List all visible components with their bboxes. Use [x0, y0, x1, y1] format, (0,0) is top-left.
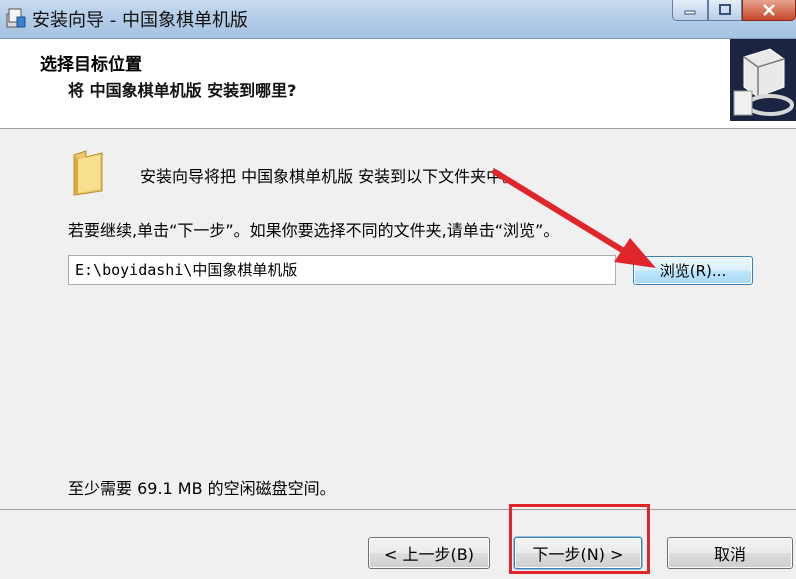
computer-install-icon: [730, 39, 796, 121]
wizard-footer: < 上一步(B) 下一步(N) > 取消: [0, 509, 796, 579]
close-icon: [763, 4, 775, 16]
minimize-button[interactable]: [672, 0, 708, 21]
cancel-button[interactable]: 取消: [667, 537, 793, 569]
page-subtitle: 将 中国象棋单机版 安装到哪里?: [68, 81, 297, 100]
installer-icon[interactable]: [4, 6, 28, 30]
title-bar: 安装向导 - 中国象棋单机版: [0, 0, 796, 39]
close-button[interactable]: [742, 0, 796, 21]
maximize-button[interactable]: [708, 0, 742, 21]
disk-space-text: 至少需要 69.1 MB 的空闲磁盘空间。: [68, 479, 336, 498]
wizard-header: 选择目标位置 将 中国象棋单机版 安装到哪里?: [0, 39, 796, 129]
install-path-input[interactable]: E:\boyidashi\中国象棋单机版: [68, 255, 616, 285]
browse-button[interactable]: 浏览(R)...: [633, 256, 753, 285]
annotation-highlight-box: [509, 504, 650, 574]
window-title: 安装向导 - 中国象棋单机版: [32, 10, 248, 31]
window-controls: [672, 0, 796, 22]
minimize-icon: [684, 10, 696, 15]
wizard-content: 安装向导将把 中国象棋单机版 安装到以下文件夹中。 若要继续,单击“下一步”。如…: [0, 129, 796, 509]
intro-text: 安装向导将把 中国象棋单机版 安装到以下文件夹中。: [140, 167, 519, 186]
instruction-text: 若要继续,单击“下一步”。如果你要选择不同的文件夹,请单击“浏览”。: [68, 221, 560, 240]
page-title: 选择目标位置: [40, 55, 142, 75]
folder-icon: [73, 150, 103, 196]
maximize-icon: [719, 4, 731, 15]
back-button[interactable]: < 上一步(B): [368, 537, 490, 569]
